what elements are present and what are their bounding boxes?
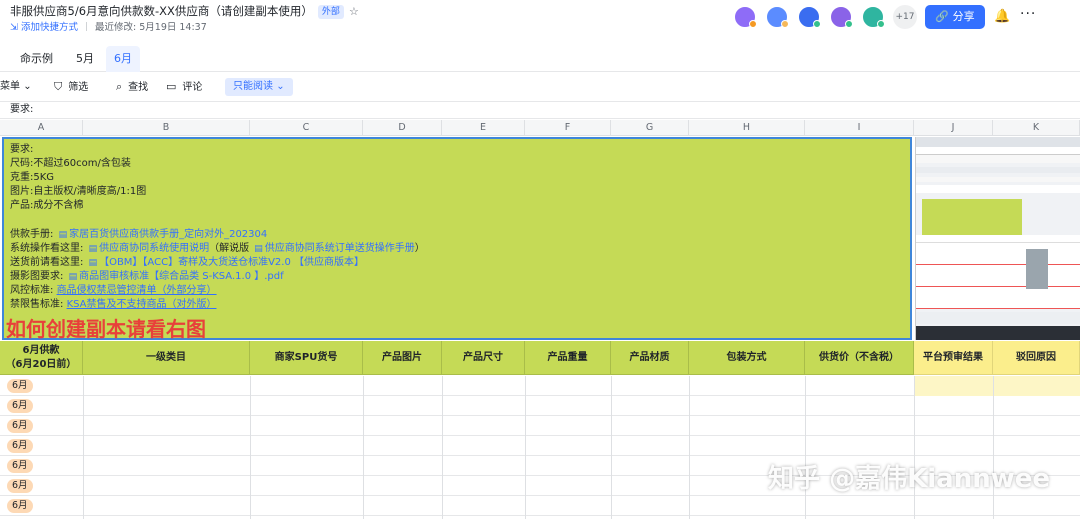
column-header-j[interactable]: J: [914, 120, 993, 136]
filter-button[interactable]: ⛉ 筛选: [54, 79, 88, 96]
document-icon: ▤: [254, 244, 263, 254]
add-shortcut-link[interactable]: ⇲ 添加快捷方式: [10, 22, 78, 33]
app-header: 非服供应商5/6月意向供款数-XX供应商（请创建副本使用） 外部 ☆ ⇲ 添加快捷方…: [0, 0, 1080, 40]
req-product: 产品:成分不含棉: [10, 200, 84, 211]
shortcut-icon: ⇲: [10, 22, 18, 33]
table-row[interactable]: 6月: [0, 396, 1080, 416]
last-modified: 最近修改: 5月19日 14:37: [95, 22, 207, 33]
table-row[interactable]: 6月: [0, 416, 1080, 436]
month-tag[interactable]: 6月: [7, 379, 33, 393]
comment-icon: ▭: [166, 80, 177, 93]
header-category[interactable]: 一级类目: [83, 341, 250, 375]
toolbar: 菜单 ⌄ ⛉ 筛选 ⌕ 查找 ▭ 评论: [0, 75, 1080, 99]
document-icon: ▤: [68, 272, 78, 282]
column-header-a[interactable]: A: [0, 120, 83, 136]
header-review-result[interactable]: 平台预审结果: [914, 341, 993, 375]
risk-control-link[interactable]: 商品侵权禁忌管控清单（外部分享）: [57, 285, 217, 296]
req-photo: 摄影图要求: ▤ 商品图审核标准【综合品类 S-KSA.1.0 】.pdf: [10, 271, 284, 282]
manual-link[interactable]: 家居百货供应商供款手册_定向对外_202304: [69, 229, 267, 240]
month-tag[interactable]: 6月: [7, 479, 33, 493]
read-only-mode-dropdown[interactable]: 只能阅读 ⌄: [225, 78, 293, 96]
column-header-k[interactable]: K: [993, 120, 1080, 136]
table-row[interactable]: 6月: [0, 376, 1080, 396]
external-badge: 外部: [317, 5, 344, 19]
find-icon: ⌕: [116, 80, 123, 93]
tutorial-screenshot-image[interactable]: [915, 137, 1080, 340]
month-tag[interactable]: 6月: [7, 419, 33, 433]
header-material[interactable]: 产品材质: [611, 341, 689, 375]
header-size[interactable]: 产品尺寸: [442, 341, 525, 375]
doc-subtitle: ⇲ 添加快捷方式 最近修改: 5月19日 14:37: [10, 19, 207, 33]
doc-title[interactable]: 非服供应商5/6月意向供款数-XX供应商（请创建副本使用）: [10, 4, 313, 18]
header-image[interactable]: 产品图片: [363, 341, 442, 375]
table-row[interactable]: 6月: [0, 496, 1080, 516]
tab-example[interactable]: 命示例: [12, 46, 61, 72]
header-weight[interactable]: 产品重量: [525, 341, 611, 375]
chevron-down-icon: ⌄: [23, 81, 32, 92]
system-guide-link[interactable]: 供应商协同系统使用说明: [99, 243, 209, 254]
avatar[interactable]: [797, 5, 821, 29]
doc-title-row: 非服供应商5/6月意向供款数-XX供应商（请创建副本使用） 外部 ☆: [10, 3, 359, 19]
header-reject-reason[interactable]: 驳回原因: [993, 341, 1080, 375]
comment-button[interactable]: ▭ 评论: [166, 79, 202, 96]
avatar[interactable]: [861, 5, 885, 29]
order-manual-link[interactable]: 供应商协同系统订单送货操作手册: [265, 243, 415, 254]
link-icon: 🔗: [935, 10, 950, 23]
req-size: 尺码:不超过60com/含包装: [10, 158, 131, 169]
req-risk: 风控标准: 商品侵权禁忌管控清单（外部分享）: [10, 285, 217, 296]
month-tag[interactable]: 6月: [7, 439, 33, 453]
header-june-supply[interactable]: 6月供款 （6月20日前）: [0, 341, 83, 375]
column-header-i[interactable]: I: [805, 120, 914, 136]
menu-button[interactable]: 菜单 ⌄: [0, 79, 32, 95]
avatar[interactable]: [733, 5, 757, 29]
column-header-c[interactable]: C: [250, 120, 363, 136]
chevron-down-icon: ⌄: [276, 81, 285, 92]
month-tag[interactable]: 6月: [7, 399, 33, 413]
watermark: 知乎 @嘉伟Kiannwee: [768, 464, 1050, 494]
requirements-cell[interactable]: 要求: 尺码:不超过60com/含包装 克重:5KG 图片:自主版权/清晰度高/…: [2, 137, 912, 340]
avatar[interactable]: [765, 5, 789, 29]
month-tag[interactable]: 6月: [7, 499, 33, 513]
tab-june[interactable]: 6月: [106, 46, 140, 72]
req-image: 图片:自主版权/清晰度高/1:1图: [10, 186, 147, 197]
share-button[interactable]: 🔗 分享: [925, 5, 985, 29]
column-header-d[interactable]: D: [363, 120, 442, 136]
header-spu[interactable]: 商家SPU货号: [250, 341, 363, 375]
column-header-e[interactable]: E: [442, 120, 525, 136]
req-weight: 克重:5KG: [10, 172, 55, 183]
collaborator-avatars: +17: [733, 5, 917, 29]
month-tag[interactable]: 6月: [7, 459, 33, 473]
column-header-f[interactable]: F: [525, 120, 611, 136]
req-delivery: 送货前请看这里: ▤ 【OBM】【ACC】寄样及大货送仓标准V2.0 【供应商版本…: [10, 257, 364, 268]
table-row[interactable]: 6月: [0, 436, 1080, 456]
tab-may[interactable]: 5月: [68, 46, 102, 72]
document-icon: ▤: [88, 258, 98, 268]
req-prohibited: 禁限售标准: KSA禁售及不支持商品（对外版）: [10, 299, 217, 310]
column-header-b[interactable]: B: [83, 120, 250, 136]
filter-icon: ⛉: [54, 80, 63, 93]
column-header-g[interactable]: G: [611, 120, 689, 136]
req-title: 要求:: [10, 144, 34, 155]
req-manual: 供款手册: ▤ 家居百货供应商供款手册_定向对外_202304: [10, 229, 268, 240]
delivery-standard-link[interactable]: 【OBM】【ACC】寄样及大货送仓标准V2.0 【供应商版本】: [99, 257, 364, 268]
star-icon[interactable]: ☆: [349, 5, 359, 18]
sheet-tabs: 命示例 5月 6月: [0, 46, 1080, 72]
header-price[interactable]: 供货价（不含税）: [805, 341, 914, 375]
more-collaborators-count[interactable]: +17: [893, 5, 917, 29]
find-button[interactable]: ⌕ 查找: [116, 79, 148, 96]
formula-bar[interactable]: 要求:: [0, 101, 1080, 119]
copy-instruction-heading: 如何创建副本请看右图: [6, 317, 206, 341]
more-options-icon[interactable]: ···: [1020, 6, 1036, 22]
req-system: 系统操作看这里: ▤ 供应商协同系统使用说明（解说版 ▤ 供应商协同系统订单送货操作…: [10, 243, 425, 254]
prohibited-list-link[interactable]: KSA禁售及不支持商品（对外版）: [67, 299, 217, 310]
header-packaging[interactable]: 包装方式: [689, 341, 805, 375]
photo-standard-link[interactable]: 商品图审核标准【综合品类 S-KSA.1.0 】.pdf: [79, 271, 284, 282]
column-header-h[interactable]: H: [689, 120, 805, 136]
document-icon: ▤: [88, 244, 98, 254]
document-icon: ▤: [58, 230, 68, 240]
bell-icon[interactable]: 🔔: [994, 9, 1010, 24]
avatar[interactable]: [829, 5, 853, 29]
